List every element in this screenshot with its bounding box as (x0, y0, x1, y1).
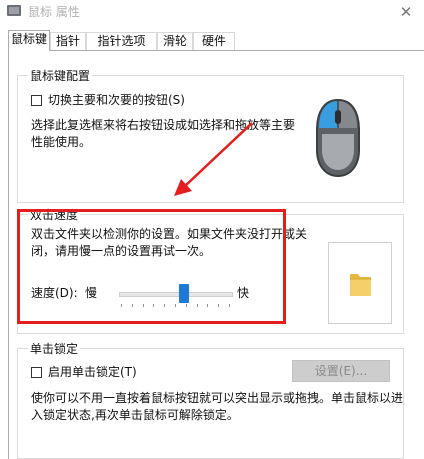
window-title: 鼠标 属性 (28, 5, 80, 19)
mouse-illustration (316, 98, 360, 178)
tab-wheel[interactable]: 滑轮 (157, 32, 193, 50)
tab-buttons[interactable]: 鼠标键 (8, 30, 50, 51)
tab-pointer-options[interactable]: 指针选项 (86, 32, 157, 50)
close-button[interactable]: ✕ (388, 0, 424, 24)
click-lock-checkbox[interactable] (31, 367, 42, 378)
button-config-desc-line2: 性能使用。 (31, 135, 92, 149)
click-lock-label[interactable]: 启用单击锁定(T) (48, 363, 137, 381)
close-icon: ✕ (399, 3, 413, 21)
click-lock-title: 单击锁定 (28, 340, 81, 357)
tab-pointers[interactable]: 指针 (50, 32, 86, 50)
double-click-highlight-box (17, 209, 286, 324)
click-lock-desc-line1: 使你可以不用一直按着鼠标按钮就可以突出显示或拖拽。单击鼠标以进 (31, 391, 404, 405)
click-lock-desc-line2: 入锁定状态,再次单击鼠标可解除锁定。 (31, 408, 239, 422)
switch-buttons-checkbox[interactable] (31, 95, 42, 106)
title-bar: 鼠标 属性 ✕ (0, 0, 424, 24)
mouse-app-icon (7, 5, 21, 16)
test-folder-area[interactable] (328, 242, 392, 324)
button-config-desc-line1: 选择此复选框来将右按钮设成如选择和拖放等主要 (31, 118, 296, 132)
folder-icon[interactable] (348, 270, 373, 298)
button-config-title: 鼠标键配置 (28, 67, 93, 84)
click-lock-settings-button[interactable]: 设置(E)... (292, 360, 390, 382)
switch-buttons-label[interactable]: 切换主要和次要的按钮(S) (48, 91, 185, 109)
tab-hardware[interactable]: 硬件 (193, 32, 235, 50)
